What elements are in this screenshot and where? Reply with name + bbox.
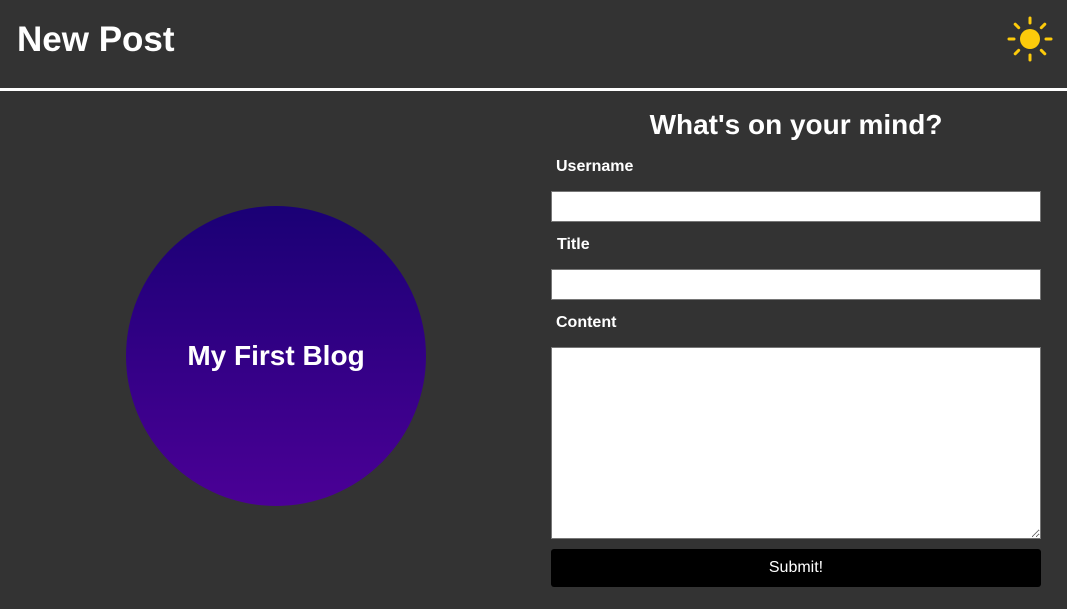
title-label: Title bbox=[557, 236, 590, 253]
page-title: New Post bbox=[17, 20, 175, 59]
submit-button[interactable]: Submit! bbox=[551, 549, 1041, 587]
content-textarea[interactable] bbox=[551, 347, 1041, 539]
theme-toggle-button[interactable] bbox=[1007, 16, 1053, 62]
content-label: Content bbox=[556, 314, 617, 331]
username-input[interactable] bbox=[551, 191, 1041, 222]
form-heading: What's on your mind? bbox=[649, 109, 943, 140]
title-input[interactable] bbox=[551, 269, 1041, 300]
blog-logo-circle: My First Blog bbox=[126, 206, 426, 506]
page-header: New Post bbox=[0, 0, 1067, 91]
sun-icon bbox=[1007, 16, 1053, 62]
blog-name: My First Blog bbox=[187, 340, 365, 371]
username-label: Username bbox=[556, 158, 634, 175]
